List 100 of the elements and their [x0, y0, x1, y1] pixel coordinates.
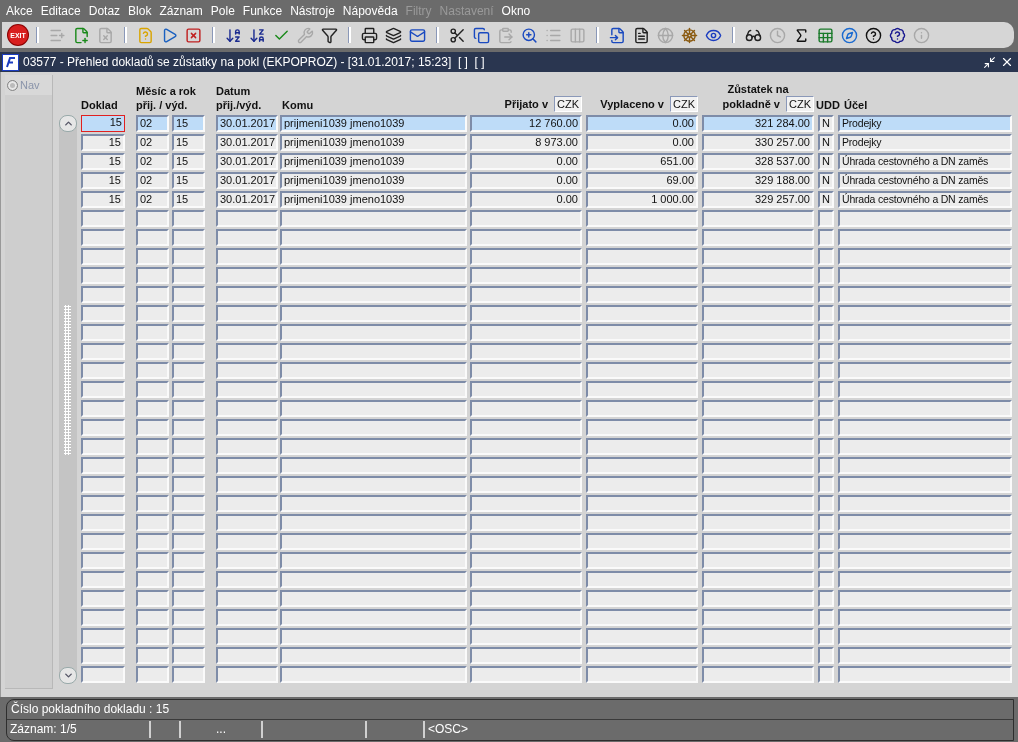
empty-cell[interactable]	[470, 305, 582, 322]
empty-cell[interactable]	[818, 210, 834, 227]
empty-cell[interactable]	[470, 400, 582, 417]
empty-cell[interactable]	[838, 381, 1012, 398]
empty-cell[interactable]	[216, 647, 278, 664]
empty-cell[interactable]	[586, 267, 698, 284]
empty-cell[interactable]	[702, 457, 814, 474]
empty-cell[interactable]	[586, 419, 698, 436]
purpose-cell[interactable]: Úhrada cestovného a DN zaměs	[838, 153, 1012, 170]
year-cell[interactable]: 15	[172, 153, 205, 170]
empty-cell[interactable]	[470, 343, 582, 360]
empty-cell[interactable]	[172, 343, 205, 360]
empty-cell[interactable]	[818, 666, 834, 683]
purpose-cell[interactable]: Prodejky	[838, 115, 1012, 132]
amount-cell[interactable]: 12 760.00	[470, 115, 582, 132]
empty-cell[interactable]	[818, 267, 834, 284]
balance-cell[interactable]: 329 188.00	[702, 172, 814, 189]
empty-cell[interactable]	[172, 590, 205, 607]
empty-cell[interactable]	[818, 457, 834, 474]
empty-cell[interactable]	[172, 305, 205, 322]
scroll-down-button[interactable]	[59, 667, 77, 684]
empty-cell[interactable]	[586, 400, 698, 417]
empty-cell[interactable]	[702, 305, 814, 322]
empty-cell[interactable]	[818, 362, 834, 379]
empty-cell[interactable]	[818, 571, 834, 588]
empty-cell[interactable]	[81, 248, 125, 265]
empty-cell[interactable]	[280, 400, 467, 417]
empty-cell[interactable]	[702, 533, 814, 550]
empty-cell[interactable]	[172, 210, 205, 227]
empty-cell[interactable]	[81, 647, 125, 664]
empty-cell[interactable]	[818, 286, 834, 303]
empty-cell[interactable]	[818, 419, 834, 436]
empty-cell[interactable]	[586, 647, 698, 664]
empty-cell[interactable]	[172, 552, 205, 569]
year-cell[interactable]: 15	[172, 172, 205, 189]
empty-cell[interactable]	[81, 400, 125, 417]
amount-cell[interactable]: 69.00	[586, 172, 698, 189]
empty-cell[interactable]	[702, 609, 814, 626]
number-cell[interactable]: 15	[81, 115, 125, 132]
empty-cell[interactable]	[838, 609, 1012, 626]
empty-cell[interactable]	[818, 647, 834, 664]
empty-cell[interactable]	[81, 229, 125, 246]
empty-cell[interactable]	[172, 400, 205, 417]
empty-cell[interactable]	[280, 229, 467, 246]
empty-cell[interactable]	[172, 362, 205, 379]
empty-cell[interactable]	[470, 419, 582, 436]
scroll-thumb[interactable]	[64, 305, 71, 455]
empty-cell[interactable]	[818, 628, 834, 645]
empty-cell[interactable]	[81, 286, 125, 303]
empty-cell[interactable]	[216, 628, 278, 645]
flag-cell[interactable]: N	[818, 134, 834, 151]
empty-cell[interactable]	[81, 590, 125, 607]
name-cell[interactable]: prijmeni1039 jmeno1039	[280, 191, 467, 208]
empty-cell[interactable]	[280, 267, 467, 284]
empty-cell[interactable]	[818, 381, 834, 398]
empty-cell[interactable]	[470, 647, 582, 664]
empty-cell[interactable]	[702, 571, 814, 588]
empty-cell[interactable]	[216, 267, 278, 284]
empty-cell[interactable]	[702, 267, 814, 284]
empty-cell[interactable]	[280, 609, 467, 626]
name-cell[interactable]: prijmeni1039 jmeno1039	[280, 172, 467, 189]
empty-cell[interactable]	[470, 267, 582, 284]
empty-cell[interactable]	[81, 419, 125, 436]
empty-cell[interactable]	[81, 267, 125, 284]
empty-cell[interactable]	[586, 571, 698, 588]
empty-cell[interactable]	[81, 381, 125, 398]
empty-cell[interactable]	[136, 533, 169, 550]
empty-cell[interactable]	[470, 514, 582, 531]
empty-cell[interactable]	[702, 419, 814, 436]
empty-cell[interactable]	[216, 362, 278, 379]
empty-cell[interactable]	[818, 609, 834, 626]
balance-cell[interactable]: 330 257.00	[702, 134, 814, 151]
number-cell[interactable]: 15	[81, 191, 125, 208]
empty-cell[interactable]	[818, 229, 834, 246]
empty-cell[interactable]	[280, 438, 467, 455]
empty-cell[interactable]	[172, 666, 205, 683]
empty-cell[interactable]	[586, 324, 698, 341]
empty-cell[interactable]	[280, 286, 467, 303]
empty-cell[interactable]	[470, 571, 582, 588]
empty-cell[interactable]	[136, 267, 169, 284]
empty-cell[interactable]	[702, 476, 814, 493]
empty-cell[interactable]	[280, 514, 467, 531]
empty-cell[interactable]	[818, 400, 834, 417]
empty-cell[interactable]	[136, 229, 169, 246]
empty-cell[interactable]	[216, 381, 278, 398]
empty-cell[interactable]	[136, 628, 169, 645]
currency-field[interactable]: CZK	[554, 96, 582, 112]
purpose-cell[interactable]: Úhrada cestovného a DN zaměs	[838, 191, 1012, 208]
empty-cell[interactable]	[136, 305, 169, 322]
balance-cell[interactable]: 328 537.00	[702, 153, 814, 170]
amount-cell[interactable]: 0.00	[586, 115, 698, 132]
empty-cell[interactable]	[702, 210, 814, 227]
empty-cell[interactable]	[586, 381, 698, 398]
empty-cell[interactable]	[216, 552, 278, 569]
empty-cell[interactable]	[136, 362, 169, 379]
year-cell[interactable]: 15	[172, 191, 205, 208]
close-icon[interactable]	[1000, 55, 1014, 69]
empty-cell[interactable]	[838, 552, 1012, 569]
empty-cell[interactable]	[81, 571, 125, 588]
number-cell[interactable]: 15	[81, 153, 125, 170]
